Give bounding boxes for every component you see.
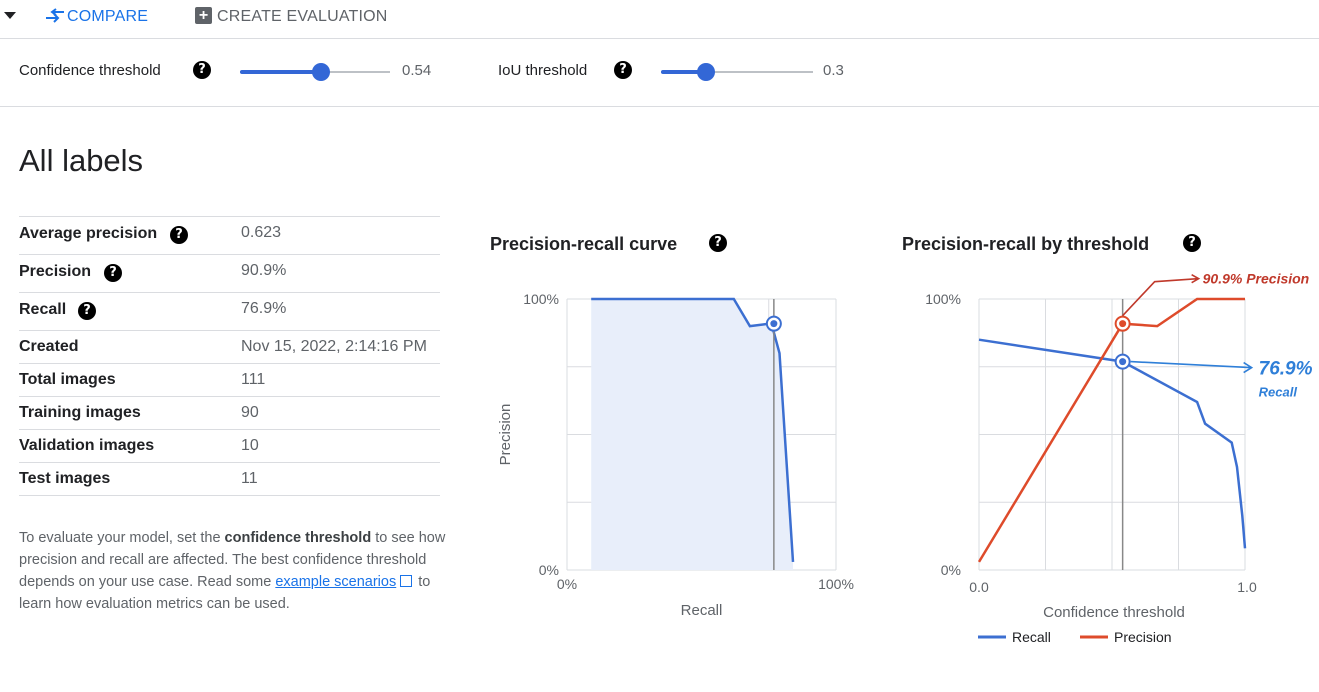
- stats-row-validation-images: Validation images 10: [19, 429, 440, 462]
- x-axis-label: Confidence threshold: [1043, 604, 1185, 621]
- confidence-threshold-label: Confidence threshold: [19, 62, 161, 79]
- slider-divider: [0, 106, 1319, 107]
- stats-value: 0.623: [241, 224, 282, 241]
- create-evaluation-label: CREATE EVALUATION: [217, 8, 388, 25]
- iou-threshold-value: 0.3: [823, 62, 844, 79]
- iou-threshold-control: IoU threshold ? 0.3: [480, 50, 880, 92]
- help-icon[interactable]: ?: [614, 61, 632, 79]
- confidence-slider-fill: [240, 70, 321, 74]
- stats-value: 111: [241, 371, 266, 388]
- recall-annotation-label: Recall: [1259, 385, 1298, 400]
- help-icon[interactable]: ?: [1183, 234, 1201, 252]
- precision-annotation: 90.9% Precision: [1203, 271, 1310, 287]
- evaluation-info-text: To evaluate your model, set the confiden…: [19, 527, 454, 615]
- pr-curve-area: [591, 299, 793, 570]
- confidence-slider-thumb[interactable]: [312, 63, 330, 81]
- y-tick-label: 100%: [925, 291, 961, 307]
- stats-label: Created: [19, 338, 79, 355]
- precision-marker-dot: [1119, 320, 1127, 328]
- precision-annotation-arrow: [1122, 273, 1201, 317]
- stats-row-total-images: Total images 111: [19, 363, 440, 396]
- stats-label: Recall: [19, 301, 67, 318]
- toolbar-divider: [0, 38, 1319, 39]
- x-tick-label: 0.0: [969, 579, 989, 595]
- x-tick-label: 1.0: [1237, 579, 1257, 595]
- info-text-part: To evaluate your model, set the: [19, 530, 225, 546]
- confidence-threshold-control: Confidence threshold ? 0.54: [0, 50, 460, 92]
- iou-slider-thumb[interactable]: [697, 63, 715, 81]
- stats-row-training-images: Training images 90: [19, 396, 440, 429]
- compare-arrows-icon: [46, 8, 64, 23]
- external-link-icon[interactable]: [400, 575, 413, 587]
- pr-curve-title: Precision-recall curve: [490, 234, 678, 254]
- example-scenarios-link[interactable]: example scenarios: [275, 574, 396, 590]
- x-tick-label: 0%: [557, 576, 577, 592]
- y-tick-label: 0%: [941, 562, 961, 578]
- stats-label: Average precision: [19, 225, 158, 242]
- iou-threshold-label: IoU threshold: [498, 62, 588, 79]
- info-bold: confidence threshold: [224, 530, 372, 546]
- stats-value: 90: [241, 404, 259, 421]
- stats-value: 76.9%: [241, 300, 287, 317]
- collapse-caret-icon[interactable]: [4, 12, 16, 19]
- y-tick-label: 100%: [523, 291, 559, 307]
- stats-value: 10: [241, 437, 259, 454]
- x-axis-label: Recall: [681, 602, 723, 619]
- legend-precision-label: Precision: [1114, 629, 1172, 645]
- stats-row-average-precision: Average precision ? 0.623: [19, 216, 440, 254]
- stats-value: 90.9%: [241, 262, 287, 279]
- confidence-threshold-value: 0.54: [402, 62, 432, 79]
- pr-curve-chart: 100% 0% 0% 100% Recall Precision: [497, 291, 854, 619]
- pr-threshold-title: Precision-recall by threshold: [902, 234, 1150, 254]
- stats-row-precision: Precision ? 90.9%: [19, 254, 440, 292]
- help-icon[interactable]: ?: [170, 226, 188, 244]
- help-icon[interactable]: ?: [709, 234, 727, 252]
- recall-annotation-value: 76.9%: [1259, 359, 1313, 380]
- help-icon[interactable]: ?: [193, 61, 211, 79]
- compare-button-label: COMPARE: [67, 8, 149, 25]
- legend-recall-label: Recall: [1012, 629, 1051, 645]
- toolbar: COMPARE + CREATE EVALUATION: [0, 0, 1319, 38]
- stats-value: 11: [241, 470, 258, 487]
- stats-value: Nov 15, 2022, 2:14:16 PM: [241, 338, 427, 355]
- help-icon[interactable]: ?: [78, 302, 96, 320]
- stats-row-recall: Recall ? 76.9%: [19, 292, 440, 330]
- stats-label: Validation images: [19, 437, 155, 454]
- current-threshold-marker-dot: [770, 320, 778, 328]
- stats-label: Total images: [19, 371, 116, 388]
- y-axis-label: Precision: [497, 404, 514, 466]
- stats-row-created: Created Nov 15, 2022, 2:14:16 PM: [19, 330, 440, 363]
- x-tick-label: 100%: [818, 576, 854, 592]
- pr-threshold-chart: 100% 0% 0.0 1.0 Confidence threshold Rec…: [925, 271, 1313, 645]
- stats-label: Precision: [19, 263, 92, 280]
- stats-label: Test images: [19, 470, 111, 487]
- recall-marker-dot: [1119, 358, 1127, 366]
- add-box-icon: +: [195, 7, 212, 24]
- section-title: All labels: [19, 143, 144, 178]
- stats-label: Training images: [19, 404, 141, 421]
- stats-row-test-images: Test images 11: [19, 462, 440, 496]
- help-icon[interactable]: ?: [104, 264, 122, 282]
